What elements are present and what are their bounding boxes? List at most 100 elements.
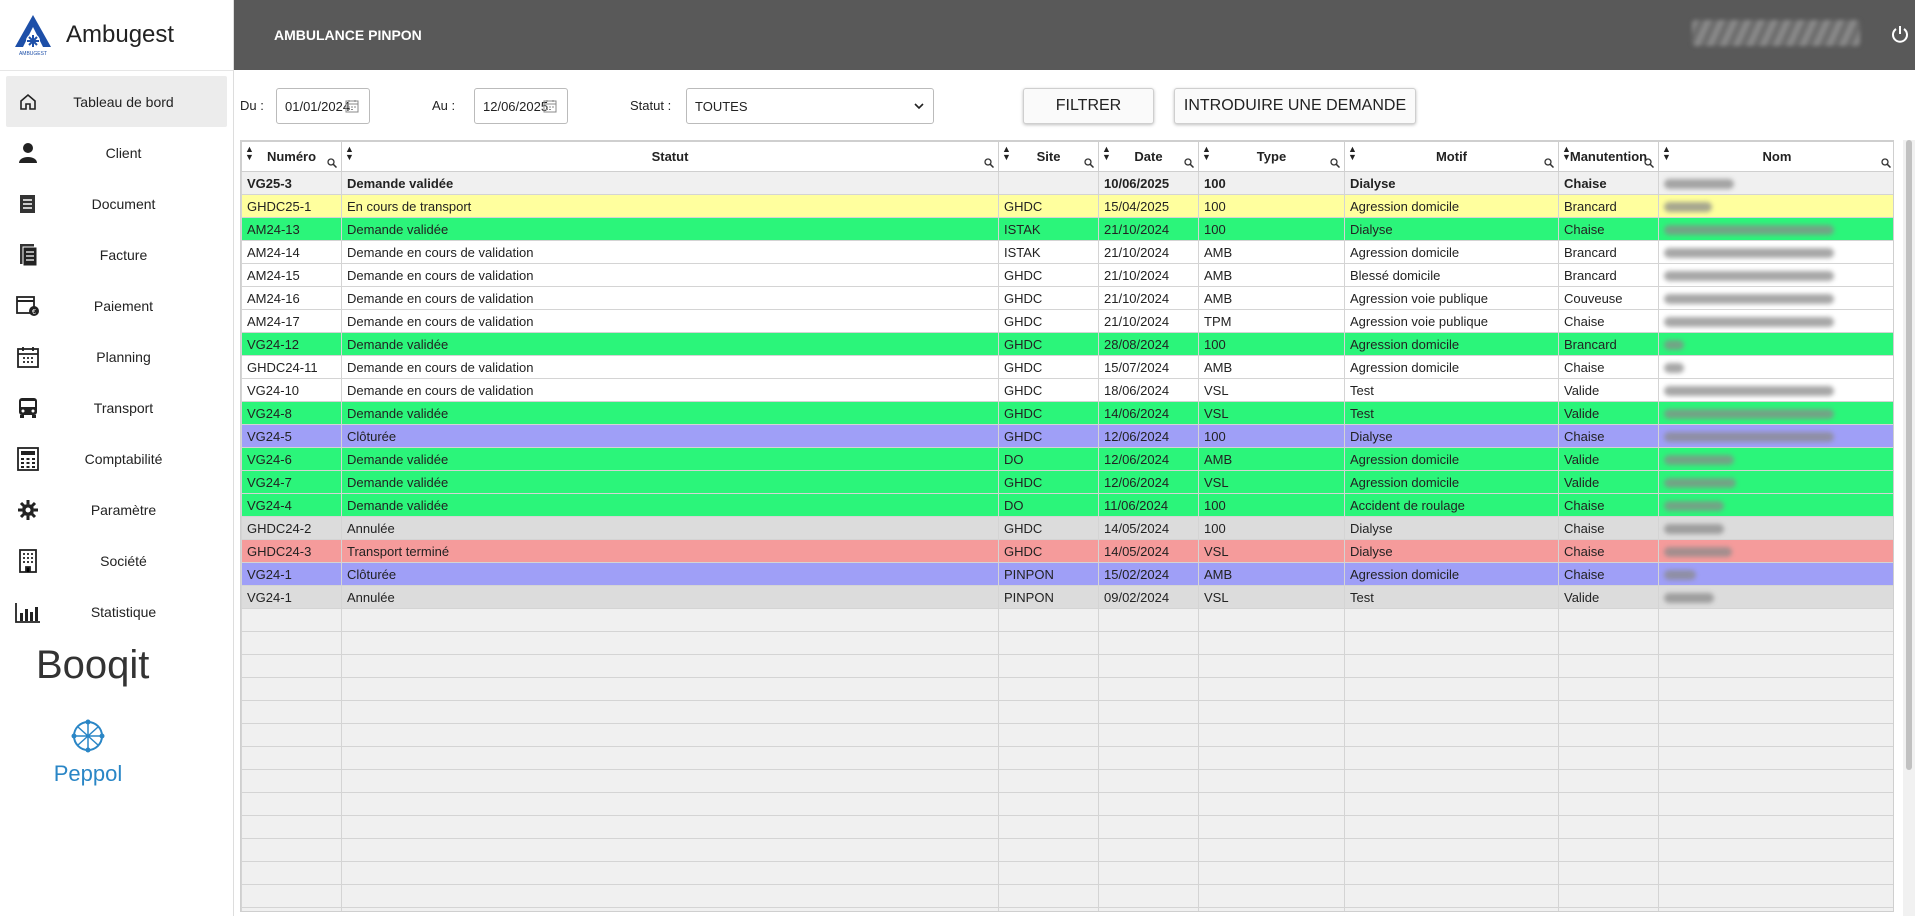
table-row[interactable]: GHDC24-11 Demande en cours de validation G… xyxy=(241,355,1893,379)
table-row[interactable]: VG24-6 Demande validée DO 12/06/2024 AMB Agre… xyxy=(241,447,1893,471)
calendar-icon[interactable] xyxy=(345,99,359,113)
sidebar-item-parametre[interactable]: Paramètre xyxy=(6,484,227,535)
name-cell-blurred xyxy=(1658,516,1893,540)
column-header[interactable]: ▲ ▼ Nom xyxy=(1658,141,1893,172)
table-row[interactable]: AM24-14 Demande en cours de validation IST… xyxy=(241,240,1893,264)
table-cell: Demande validée xyxy=(341,217,999,241)
sidebar-item-societe[interactable]: Société xyxy=(6,535,227,586)
sidebar-item-comptabilite[interactable]: Comptabilité xyxy=(6,433,227,484)
sidebar-item-label: Client xyxy=(105,144,142,161)
table-row[interactable]: AM24-17 Demande en cours de validation GHD… xyxy=(241,309,1893,333)
table-row[interactable]: VG24-1 Clôturée PINPON 15/02/2024 AMB Agressi… xyxy=(241,562,1893,586)
name-cell-blurred xyxy=(1658,194,1893,218)
search-icon[interactable] xyxy=(1184,158,1194,168)
table-row[interactable]: VG24-5 Clôturée GHDC 12/06/2024 100 Dialyse Ch… xyxy=(241,424,1893,448)
search-icon[interactable] xyxy=(1330,158,1340,168)
table-cell: ISTAK xyxy=(998,217,1099,241)
calendar-icon[interactable] xyxy=(543,99,557,113)
table-cell: Clôturée xyxy=(341,562,999,586)
column-header[interactable]: ▲ ▼ Motif xyxy=(1344,141,1559,172)
statut-select[interactable]: TOUTES xyxy=(686,88,934,124)
table-row[interactable]: GHDC24-3 Transport terminé GHDC 14/05/2024 V… xyxy=(241,539,1893,563)
column-header[interactable]: ▲ ▼ Numéro xyxy=(241,141,342,172)
brand[interactable]: AMBUGEST Ambugest xyxy=(0,0,233,71)
column-header[interactable]: ▲ ▼ Date xyxy=(1098,141,1199,172)
sort-icon[interactable]: ▲ ▼ xyxy=(345,145,354,162)
column-header[interactable]: ▲ ▼ Type xyxy=(1198,141,1345,172)
sort-icon[interactable]: ▲ ▼ xyxy=(1662,145,1671,162)
search-icon[interactable] xyxy=(327,158,337,168)
table-row[interactable]: VG24-8 Demande validée GHDC 14/06/2024 VSL Te… xyxy=(241,401,1893,425)
table-row[interactable]: VG24-4 Demande validée DO 11/06/2024 100 Acci… xyxy=(241,493,1893,517)
sidebar-item-tableau-de-bord[interactable]: Tableau de bord xyxy=(6,76,227,127)
du-date-input[interactable]: 01/01/2024 xyxy=(276,88,370,124)
statut-label: Statut : xyxy=(630,98,672,113)
search-icon[interactable] xyxy=(984,158,994,168)
filter-button[interactable]: FILTRER xyxy=(1023,88,1154,124)
search-icon[interactable] xyxy=(1881,158,1891,168)
empty-cell xyxy=(241,884,342,908)
table-row[interactable]: GHDC24-2 Annulée GHDC 14/05/2024 100 Dialyse C… xyxy=(241,516,1893,540)
empty-cell xyxy=(341,654,999,678)
table-row[interactable]: AM24-16 Demande en cours de validation GHD… xyxy=(241,286,1893,310)
empty-cell xyxy=(1198,631,1345,655)
sort-icon[interactable]: ▲ ▼ xyxy=(1562,145,1571,162)
ambugest-logo-icon: AMBUGEST xyxy=(15,15,51,57)
sidebar-item-facture[interactable]: Facture xyxy=(6,229,227,280)
table-cell: 100 xyxy=(1198,171,1345,195)
booqit-logo[interactable]: Booqit xyxy=(36,643,149,688)
column-header-label: Date xyxy=(1134,149,1163,164)
table-cell: Brancard xyxy=(1558,240,1659,264)
sidebar-item-document[interactable]: Document xyxy=(6,178,227,229)
table-row[interactable]: AM24-15 Demande en cours de validation GHD… xyxy=(241,263,1893,287)
table-cell: 18/06/2024 xyxy=(1098,378,1199,402)
sidebar-item-paiement[interactable]: € Paiement xyxy=(6,280,227,331)
column-header[interactable]: ▲ ▼ Manutention xyxy=(1558,141,1659,172)
table-row[interactable]: VG25-3 Demande validée 10/06/2025 100 Dialys… xyxy=(241,171,1893,195)
empty-cell xyxy=(241,677,342,701)
table-row[interactable]: VG24-12 Demande validée GHDC 28/08/2024 100 A… xyxy=(241,332,1893,356)
table-cell: Chaise xyxy=(1558,562,1659,586)
column-header[interactable]: ▲ ▼ Site xyxy=(998,141,1099,172)
table-cell: 12/06/2024 xyxy=(1098,470,1199,494)
empty-cell xyxy=(241,792,342,816)
table-row[interactable]: VG24-1 Annulée PINPON 09/02/2024 VSL Test Vali… xyxy=(241,585,1893,609)
vertical-scrollbar[interactable] xyxy=(1903,140,1915,916)
gear-icon xyxy=(14,496,42,524)
empty-cell xyxy=(1098,746,1199,770)
blurred-name xyxy=(1664,547,1732,558)
sidebar-item-client[interactable]: Client xyxy=(6,127,227,178)
table-row[interactable]: VG24-10 Demande en cours de validation GHD… xyxy=(241,378,1893,402)
power-icon[interactable] xyxy=(1890,24,1910,44)
table-row[interactable]: GHDC25-1 En cours de transport GHDC 15/04/2… xyxy=(241,194,1893,218)
search-icon[interactable] xyxy=(1644,158,1654,168)
table-row[interactable]: VG24-7 Demande validée GHDC 12/06/2024 VSL Ag… xyxy=(241,470,1893,494)
sort-icon[interactable]: ▲ ▼ xyxy=(245,145,254,162)
column-header[interactable]: ▲ ▼ Statut xyxy=(341,141,999,172)
empty-cell xyxy=(1558,608,1659,632)
peppol-logo[interactable]: Peppol xyxy=(48,716,128,787)
table-cell: Annulée xyxy=(341,585,999,609)
empty-cell xyxy=(341,723,999,747)
sort-icon[interactable]: ▲ ▼ xyxy=(1102,145,1111,162)
search-icon[interactable] xyxy=(1544,158,1554,168)
table-cell: Demande validée xyxy=(341,470,999,494)
user-info-blurred xyxy=(1692,20,1860,46)
sort-icon[interactable]: ▲ ▼ xyxy=(1202,145,1211,162)
new-request-button[interactable]: INTRODUIRE UNE DEMANDE xyxy=(1174,88,1416,124)
empty-row xyxy=(241,792,1893,816)
table-cell: Chaise xyxy=(1558,516,1659,540)
sidebar-item-transport[interactable]: Transport xyxy=(6,382,227,433)
table-cell: GHDC xyxy=(998,539,1099,563)
search-icon[interactable] xyxy=(1084,158,1094,168)
empty-cell xyxy=(1558,884,1659,908)
scrollbar-thumb[interactable] xyxy=(1906,140,1912,770)
sidebar-item-statistique[interactable]: Statistique xyxy=(6,586,227,637)
au-date-input[interactable]: 12/06/2025 xyxy=(474,88,568,124)
empty-row xyxy=(241,815,1893,839)
sort-icon[interactable]: ▲ ▼ xyxy=(1002,145,1011,162)
sort-icon[interactable]: ▲ ▼ xyxy=(1348,145,1357,162)
table-cell: Couveuse xyxy=(1558,286,1659,310)
table-row[interactable]: AM24-13 Demande validée ISTAK 21/10/2024 100… xyxy=(241,217,1893,241)
sidebar-item-planning[interactable]: Planning xyxy=(6,331,227,382)
